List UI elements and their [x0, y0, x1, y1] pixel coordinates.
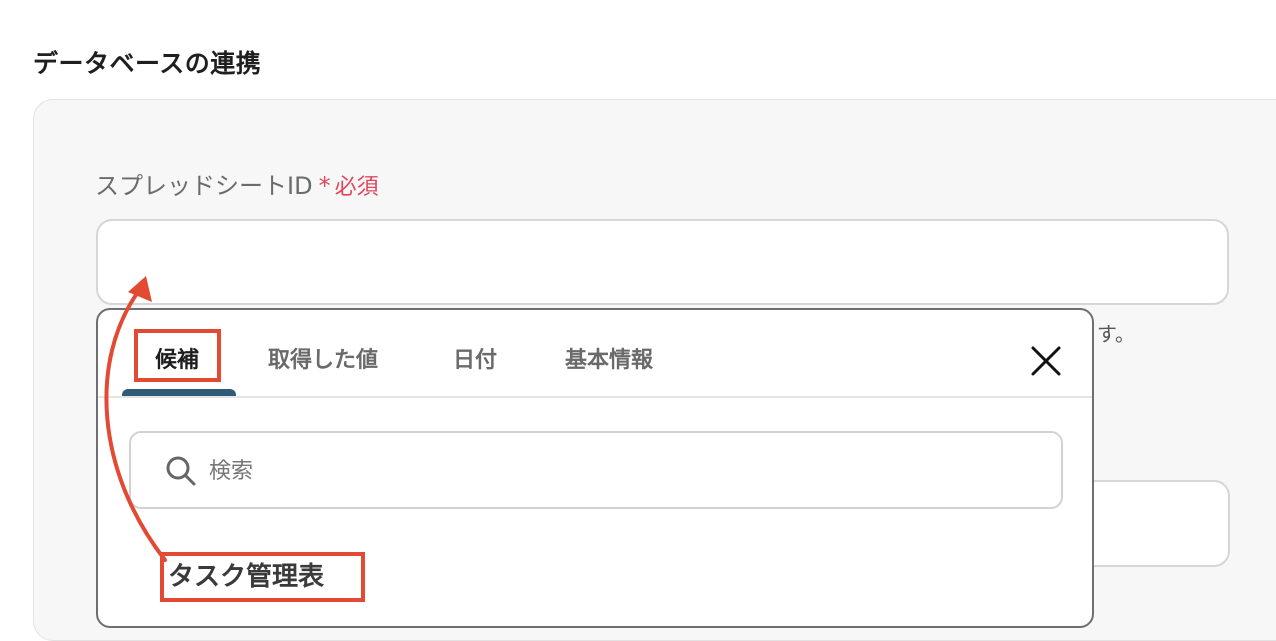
- tab-basic-info[interactable]: 基本情報: [565, 342, 653, 374]
- spreadsheet-id-input[interactable]: [96, 219, 1229, 305]
- search-icon: [166, 456, 196, 486]
- tabs-divider: [98, 396, 1092, 398]
- required-badge: 必須: [334, 175, 379, 200]
- tab-candidates[interactable]: 候補: [155, 342, 199, 374]
- required-asterisk: *: [318, 172, 331, 200]
- spreadsheet-id-label: スプレッドシートID * 必須: [95, 166, 379, 201]
- field-hint-text: す。: [1097, 322, 1135, 346]
- section-title: データベースの連携: [33, 49, 262, 78]
- search-box[interactable]: [129, 431, 1063, 509]
- secondary-input-field[interactable]: [1070, 480, 1230, 567]
- tab-retrieved-values[interactable]: 取得した値: [268, 342, 378, 374]
- spreadsheet-id-label-text: スプレッドシートID: [95, 172, 313, 200]
- close-button[interactable]: [1023, 338, 1069, 384]
- tab-date[interactable]: 日付: [453, 342, 497, 374]
- value-picker-popup: 候補 取得した値 日付 基本情報 タスク管理表: [96, 308, 1094, 628]
- candidate-item[interactable]: タスク管理表: [168, 556, 324, 593]
- close-icon: [1031, 346, 1061, 376]
- search-input[interactable]: [207, 451, 1031, 491]
